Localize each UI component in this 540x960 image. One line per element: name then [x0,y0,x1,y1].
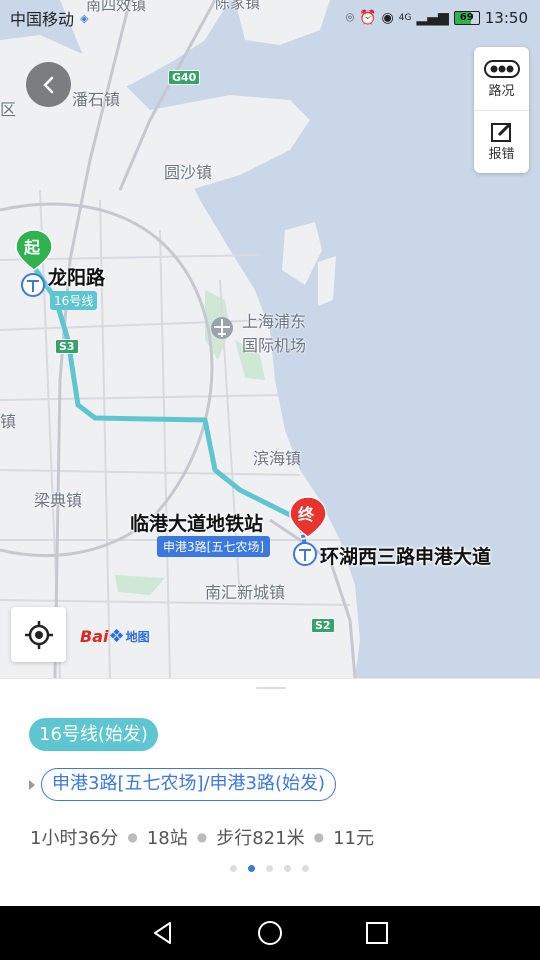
report-label: 报错 [488,147,515,163]
transfer-station-label: 临港大道地铁站 [130,513,264,535]
baidu-logo: Bai ❖ 地图 [80,626,150,647]
metro-line-tag: 16号线 [50,291,98,310]
clock: 13:50 [484,9,528,27]
map-label-town: 滨海镇 [253,449,302,468]
road-shield-g40: G40 [168,70,201,85]
map-label-edge: 镇 [0,412,17,431]
map-label-airport: 上海浦东 [242,312,307,331]
pager-dot[interactable] [266,865,273,872]
map-tools-panel: 路况 报错 [474,47,529,173]
carrier-group: 中国移动 ◈ [10,6,88,30]
drag-handle[interactable] [256,687,286,689]
network-icon: 4G [398,13,412,23]
road-shield-s3: S3 [55,339,79,354]
sim-icon: ◈ [80,11,89,25]
route-summary: 1小时36分 ● 18站 ● 步行821米 ● 11元 [30,824,374,850]
pager-dot[interactable] [248,865,255,872]
separator-dot: ● [313,830,325,844]
bus-route-row: 申港3路[五七农场]/申港3路(始发) [29,768,337,801]
system-nav-bar [0,906,540,960]
battery-level: 69 [459,12,474,23]
bus-line-pill: 申港3路[五七农场]/申港3路(始发) [41,768,337,801]
crosshair-icon [24,620,53,649]
bus-line-tag: 申港3路[五七农场] [157,536,270,557]
route-duration: 1小时36分 [30,828,119,849]
map-view[interactable]: 中国移动 ◈ ⌾ ⏰ ◉ 4G ▂▄▆ 69 13:50 路况 报错 南四效镇 … [0,0,540,678]
eye-icon: ◉ [381,10,394,26]
metro-line-pill: 16号线(始发) [29,718,158,751]
paw-icon: ❖ [108,626,125,647]
location-icon: ⌾ [345,10,355,26]
map-label-edge: 区 [0,100,17,119]
edit-icon [490,123,511,143]
logo-text: Bai [80,627,109,646]
route-detail-sheet[interactable]: 16号线(始发) 申港3路[五七农场]/申港3路(始发) 1小时36分 ● 18… [0,678,540,906]
traffic-icon [483,59,520,78]
status-bar: 中国移动 ◈ ⌾ ⏰ ◉ 4G ▂▄▆ 69 13:50 [0,0,540,36]
pager-dot[interactable] [230,865,237,872]
report-error-button[interactable]: 报错 [474,109,529,174]
nav-back-button[interactable] [150,920,176,946]
metro-station-icon [20,272,46,302]
map-label-airport: 国际机场 [242,336,307,355]
carrier-name: 中国移动 [10,10,75,29]
locate-button[interactable] [11,607,66,662]
map-label-town: 圆沙镇 [164,163,213,182]
map-label-town: 梁典镇 [34,491,83,510]
signal-icon: ▂▄▆ [416,10,449,26]
status-icons: ⌾ ⏰ ◉ 4G ▂▄▆ 69 13:50 [346,9,528,27]
start-pin-label: 起 [24,238,41,257]
route-stops: 18站 [146,828,188,849]
map-label-town: 南汇新城镇 [205,583,286,602]
road-shield-s2: S2 [311,618,335,633]
traffic-button[interactable]: 路况 [474,47,529,110]
chevron-left-icon [42,76,53,93]
nav-home-button[interactable] [257,920,283,946]
map-label-town: 潘石镇 [72,90,121,109]
alarm-icon: ⏰ [359,10,377,26]
route-fare: 11元 [333,828,374,849]
pager-dot[interactable] [284,865,291,872]
battery-icon: 69 [453,11,480,25]
separator-dot: ● [127,830,138,844]
route-walk: 步行821米 [216,828,305,849]
logo-text-map: 地图 [125,630,150,644]
route-pager[interactable] [230,865,309,872]
end-station-label: 环湖西三路申港大道 [320,546,492,568]
nav-recents-button[interactable] [364,920,390,946]
bus-stop-icon [292,541,318,571]
end-pin-label: 终 [298,505,315,524]
caret-right-icon [29,779,35,790]
pager-dot[interactable] [302,865,309,872]
back-button[interactable] [26,62,71,107]
start-station-label: 龙阳路 [48,267,106,289]
traffic-label: 路况 [488,83,515,99]
separator-dot: ● [196,830,208,844]
